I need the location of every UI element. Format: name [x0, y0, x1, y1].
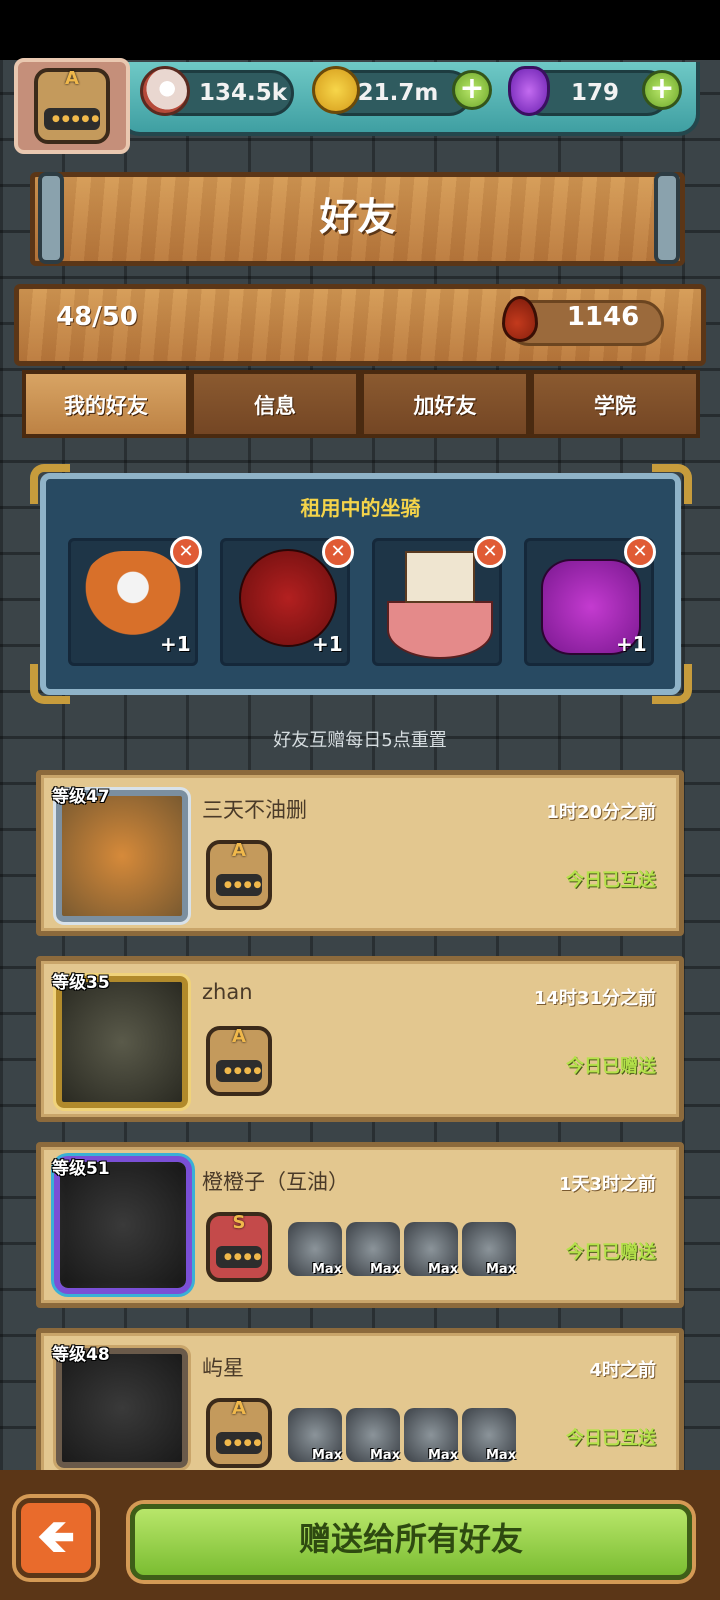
friend-count: 48/50	[56, 302, 138, 332]
friend-level: 等级47	[52, 787, 110, 807]
friend-last-online: 14时31分之前	[533, 988, 656, 1009]
remove-mount-button[interactable]: ✕	[474, 536, 506, 568]
friend-last-online: 4时之前	[589, 1360, 656, 1381]
tab-my-friends[interactable]: 我的好友	[22, 370, 190, 438]
gift-reset-notice: 好友互赠每日5点重置	[273, 730, 447, 751]
player-rank-letter: A	[65, 68, 79, 89]
remove-mount-button[interactable]: ✕	[170, 536, 202, 568]
friend-rank-badge: A ●●●●	[206, 840, 272, 910]
tab-academy[interactable]: 学院	[530, 370, 700, 438]
mount-bonus: +1	[616, 632, 647, 656]
friend-rank-letter: A	[232, 1398, 246, 1419]
mount-bonus: +1	[312, 632, 343, 656]
mount-max-label: Max	[370, 1448, 401, 1463]
back-arrow-icon: 🡸	[37, 1509, 75, 1563]
friend-portrait	[53, 973, 191, 1111]
eyeball-icon	[140, 66, 190, 116]
friend-level: 等级48	[52, 1345, 110, 1365]
friend-rank-letter: S	[232, 1212, 246, 1233]
friend-name: 三天不油删	[202, 798, 307, 822]
friend-rank-badge: A ●●●●	[206, 1026, 272, 1096]
mount-max-label: Max	[486, 1448, 517, 1463]
remove-mount-button[interactable]: ✕	[624, 536, 656, 568]
friend-last-online: 1天3时之前	[558, 1174, 656, 1195]
friend-name: 橙橙子（互油）	[202, 1170, 349, 1194]
remove-mount-button[interactable]: ✕	[322, 536, 354, 568]
friend-gift-status: 今日已赠送	[566, 1056, 656, 1077]
friend-portrait	[53, 787, 191, 925]
status-bar	[0, 0, 720, 60]
rented-mounts-title: 租用中的坐骑	[300, 496, 421, 520]
mount-max-label: Max	[428, 1448, 459, 1463]
player-avatar[interactable]: A ●●●●●	[14, 58, 130, 154]
blood-drop-value: 1146	[566, 302, 640, 332]
friend-rank-badge: A ●●●●	[206, 1398, 272, 1468]
purple-potion-icon	[508, 66, 550, 116]
tab-messages[interactable]: 信息	[190, 370, 360, 438]
friend-level: 等级51	[52, 1159, 110, 1179]
viking-ship-mount-icon	[387, 601, 493, 659]
mount-max-label: Max	[312, 1448, 343, 1463]
friend-portrait	[54, 1156, 192, 1294]
mount-max-label: Max	[370, 1262, 401, 1277]
page-title: 好友	[319, 195, 396, 239]
friend-name: zhan	[202, 980, 253, 1004]
mount-max-label: Max	[312, 1262, 343, 1277]
mount-bonus: +1	[160, 632, 191, 656]
add-coins-button[interactable]: +	[452, 70, 492, 110]
friend-rank-letter: A	[232, 840, 246, 861]
player-rank-badge: A ●●●●●	[34, 68, 110, 144]
tab-add-friend[interactable]: 加好友	[360, 370, 530, 438]
mount-max-label: Max	[428, 1262, 459, 1277]
friend-rank-badge: S ●●●●	[206, 1212, 272, 1282]
friend-last-online: 1时20分之前	[546, 802, 656, 823]
friend-name: 屿星	[202, 1356, 244, 1380]
friend-gift-status: 今日已互送	[566, 870, 656, 891]
gift-all-label: 赠送给所有好友	[298, 1520, 523, 1558]
friend-rank-letter: A	[232, 1026, 246, 1047]
panel-corner	[652, 664, 692, 704]
panel-corner	[30, 664, 70, 704]
ship-sail	[405, 551, 475, 603]
friend-level: 等级35	[52, 973, 110, 993]
add-potion-button[interactable]: +	[642, 70, 682, 110]
blood-drop-icon	[502, 296, 538, 342]
mount-max-label: Max	[486, 1262, 517, 1277]
friend-portrait	[53, 1345, 191, 1471]
gold-coin-icon	[312, 66, 360, 114]
